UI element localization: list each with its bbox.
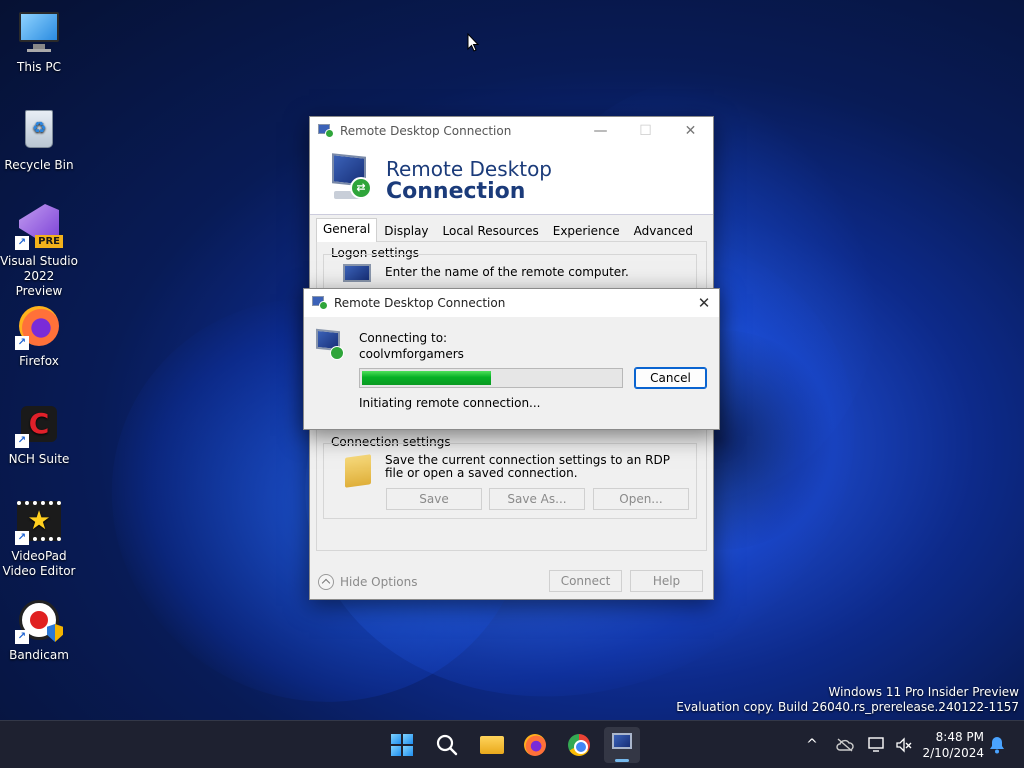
- connecting-dialog: Remote Desktop Connection ✕ Connecting t…: [303, 288, 720, 430]
- taskbar: ^ 8:48 PM 2/10/2024: [0, 720, 1024, 768]
- bandicam-icon: ↗: [15, 596, 63, 644]
- remote-desktop-icon: [612, 733, 632, 749]
- main-window-title: Remote Desktop Connection: [340, 124, 512, 138]
- desktop-icon-videopad[interactable]: ★ ↗ VideoPad Video Editor: [0, 497, 78, 579]
- shortcut-arrow-icon: ↗: [15, 434, 29, 448]
- nch-icon: C ↗: [15, 400, 63, 448]
- connecting-to-label: Connecting to:: [359, 331, 448, 345]
- connect-button[interactable]: Connect: [549, 570, 622, 592]
- volume-muted-icon[interactable]: [892, 721, 916, 768]
- save-as-button[interactable]: Save As...: [489, 488, 585, 510]
- windows-logo-icon: [391, 734, 413, 756]
- desktop-icon-label: This PC: [17, 60, 61, 74]
- remote-computer-name: coolvmforgamers: [359, 347, 464, 361]
- folder-icon: [480, 736, 504, 754]
- desktop-icon-bandicam[interactable]: ↗ Bandicam: [0, 596, 78, 663]
- desktop-icon-label: NCH Suite: [8, 452, 70, 466]
- search-button[interactable]: [429, 727, 465, 763]
- watermark-line1: Windows 11 Pro Insider Preview: [828, 685, 1019, 699]
- hide-options-button[interactable]: Hide Options: [318, 574, 417, 590]
- connection-progress-bar: [359, 368, 623, 388]
- help-button[interactable]: Help: [630, 570, 703, 592]
- network-icon[interactable]: [864, 721, 890, 768]
- cancel-button[interactable]: Cancel: [634, 367, 707, 389]
- visual-studio-icon: PRE ↗: [15, 202, 63, 250]
- clock-date: 2/10/2024: [922, 746, 984, 760]
- evaluation-watermark: Windows 11 Pro Insider Preview Evaluatio…: [676, 685, 1019, 715]
- chrome-icon: [568, 734, 590, 756]
- open-button[interactable]: Open...: [593, 488, 689, 510]
- shortcut-arrow-icon: ↗: [15, 531, 29, 545]
- remote-desktop-icon: [312, 296, 328, 310]
- shortcut-arrow-icon: ↗: [15, 336, 29, 350]
- preview-badge: PRE: [35, 235, 63, 248]
- desktop-icon-label: Bandicam: [9, 648, 69, 662]
- progress-fill: [362, 371, 491, 385]
- shortcut-arrow-icon: ↗: [15, 630, 29, 644]
- close-button[interactable]: ✕: [668, 117, 713, 145]
- dialog-close-button[interactable]: ✕: [689, 294, 719, 312]
- connection-status-text: Initiating remote connection...: [359, 396, 541, 410]
- videopad-icon: ★ ↗: [15, 497, 63, 545]
- watermark-line2: Evaluation copy. Build 26040.rs_prerelea…: [676, 700, 1019, 714]
- firefox-taskbar-button[interactable]: [517, 727, 553, 763]
- maximize-button[interactable]: ☐: [623, 117, 668, 145]
- dialog-titlebar[interactable]: Remote Desktop Connection ✕: [304, 289, 719, 317]
- tab-local-resources[interactable]: Local Resources: [436, 220, 546, 242]
- dialog-body: Connecting to: coolvmforgamers Cancel In…: [304, 317, 719, 429]
- shortcut-arrow-icon: ↗: [15, 236, 29, 250]
- desktop-icon-nch-suite[interactable]: C ↗ NCH Suite: [0, 400, 78, 467]
- logon-settings-text: Enter the name of the remote computer.: [385, 265, 629, 279]
- tab-strip: General Display Local Resources Experien…: [316, 218, 700, 242]
- tab-experience[interactable]: Experience: [546, 220, 627, 242]
- banner-title-line2: Connection: [386, 179, 526, 204]
- desktop-icon-label: Firefox: [19, 354, 59, 368]
- clock[interactable]: 8:48 PM 2/10/2024: [918, 729, 984, 761]
- computer-icon: [343, 264, 371, 282]
- search-icon: [436, 734, 458, 756]
- folder-icon: [345, 454, 371, 488]
- save-button[interactable]: Save: [386, 488, 482, 510]
- desktop-icon-label: Recycle Bin: [4, 158, 74, 172]
- remote-desktop-computer-icon: [316, 328, 346, 362]
- main-window-titlebar[interactable]: Remote Desktop Connection — ☐ ✕: [310, 117, 713, 145]
- notification-bell-icon[interactable]: [986, 721, 1008, 768]
- connection-settings-text: Save the current connection settings to …: [385, 453, 670, 480]
- clock-time: 8:48 PM: [935, 730, 984, 744]
- banner-title-line1: Remote Desktop: [386, 157, 553, 181]
- tab-general[interactable]: General: [316, 218, 378, 242]
- desktop-icon-label: Visual Studio 2022 Preview: [0, 254, 78, 298]
- desktop-icon-firefox[interactable]: ↗ Firefox: [0, 302, 78, 369]
- dialog-title: Remote Desktop Connection: [334, 296, 506, 310]
- mouse-cursor-icon: [467, 32, 480, 55]
- chrome-taskbar-button[interactable]: [561, 727, 597, 763]
- chevron-up-icon: [318, 574, 334, 590]
- hide-options-label: Hide Options: [340, 575, 418, 589]
- start-button[interactable]: [384, 727, 420, 763]
- minimize-button[interactable]: —: [578, 117, 623, 145]
- rdc-banner: ⇄ Remote Desktop Connection: [310, 145, 713, 215]
- cloud-offline-icon[interactable]: [832, 721, 858, 768]
- show-hidden-icons-chevron[interactable]: ^: [800, 721, 824, 768]
- file-explorer-button[interactable]: [473, 727, 509, 763]
- remote-desktop-logo-icon: ⇄: [328, 153, 374, 203]
- tab-display[interactable]: Display: [377, 220, 435, 242]
- desktop-icon-this-pc[interactable]: This PC: [0, 8, 78, 75]
- desktop-icon-label: VideoPad Video Editor: [2, 549, 76, 578]
- firefox-icon: ↗: [15, 302, 63, 350]
- firefox-icon: [524, 734, 546, 756]
- remote-desktop-icon: [318, 124, 334, 138]
- monitor-icon: [15, 8, 63, 56]
- recycle-bin-icon: ♻: [15, 106, 63, 154]
- tab-advanced[interactable]: Advanced: [627, 220, 700, 242]
- desktop-icon-recycle-bin[interactable]: ♻ Recycle Bin: [0, 106, 78, 173]
- desktop-icon-visual-studio[interactable]: PRE ↗ Visual Studio 2022 Preview: [0, 202, 78, 299]
- rdc-taskbar-button[interactable]: [604, 727, 640, 763]
